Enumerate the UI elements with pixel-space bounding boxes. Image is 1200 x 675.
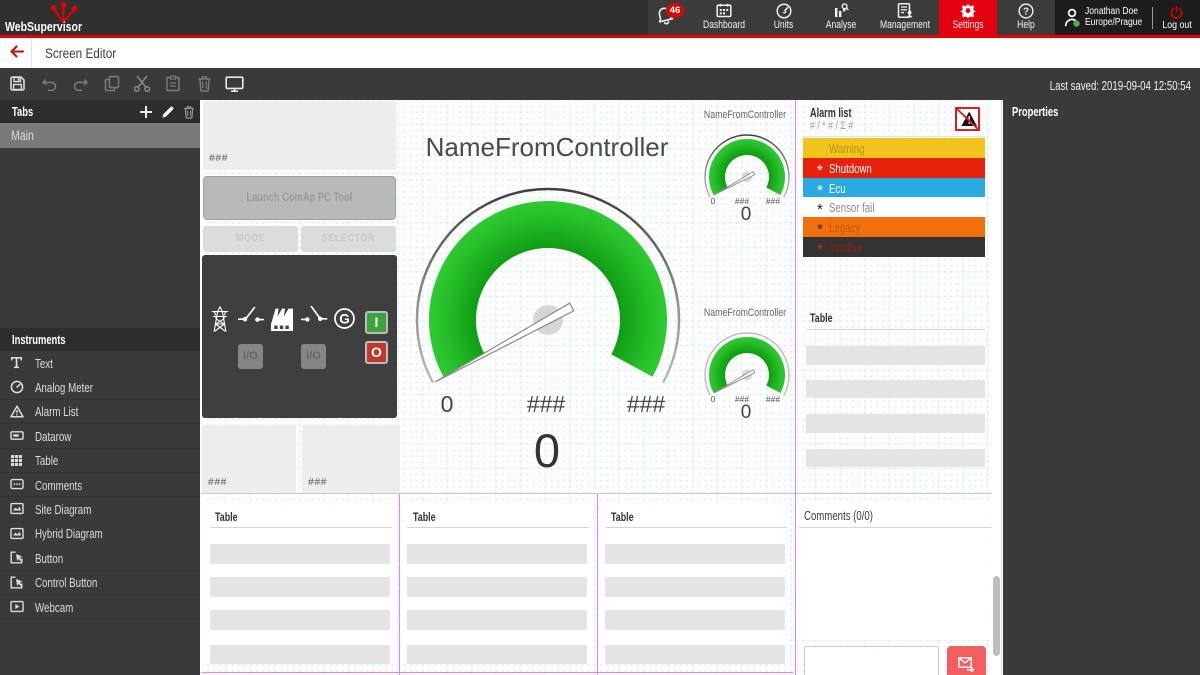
svg-text:G: G xyxy=(339,311,350,326)
svg-text:?: ? xyxy=(1023,6,1029,17)
